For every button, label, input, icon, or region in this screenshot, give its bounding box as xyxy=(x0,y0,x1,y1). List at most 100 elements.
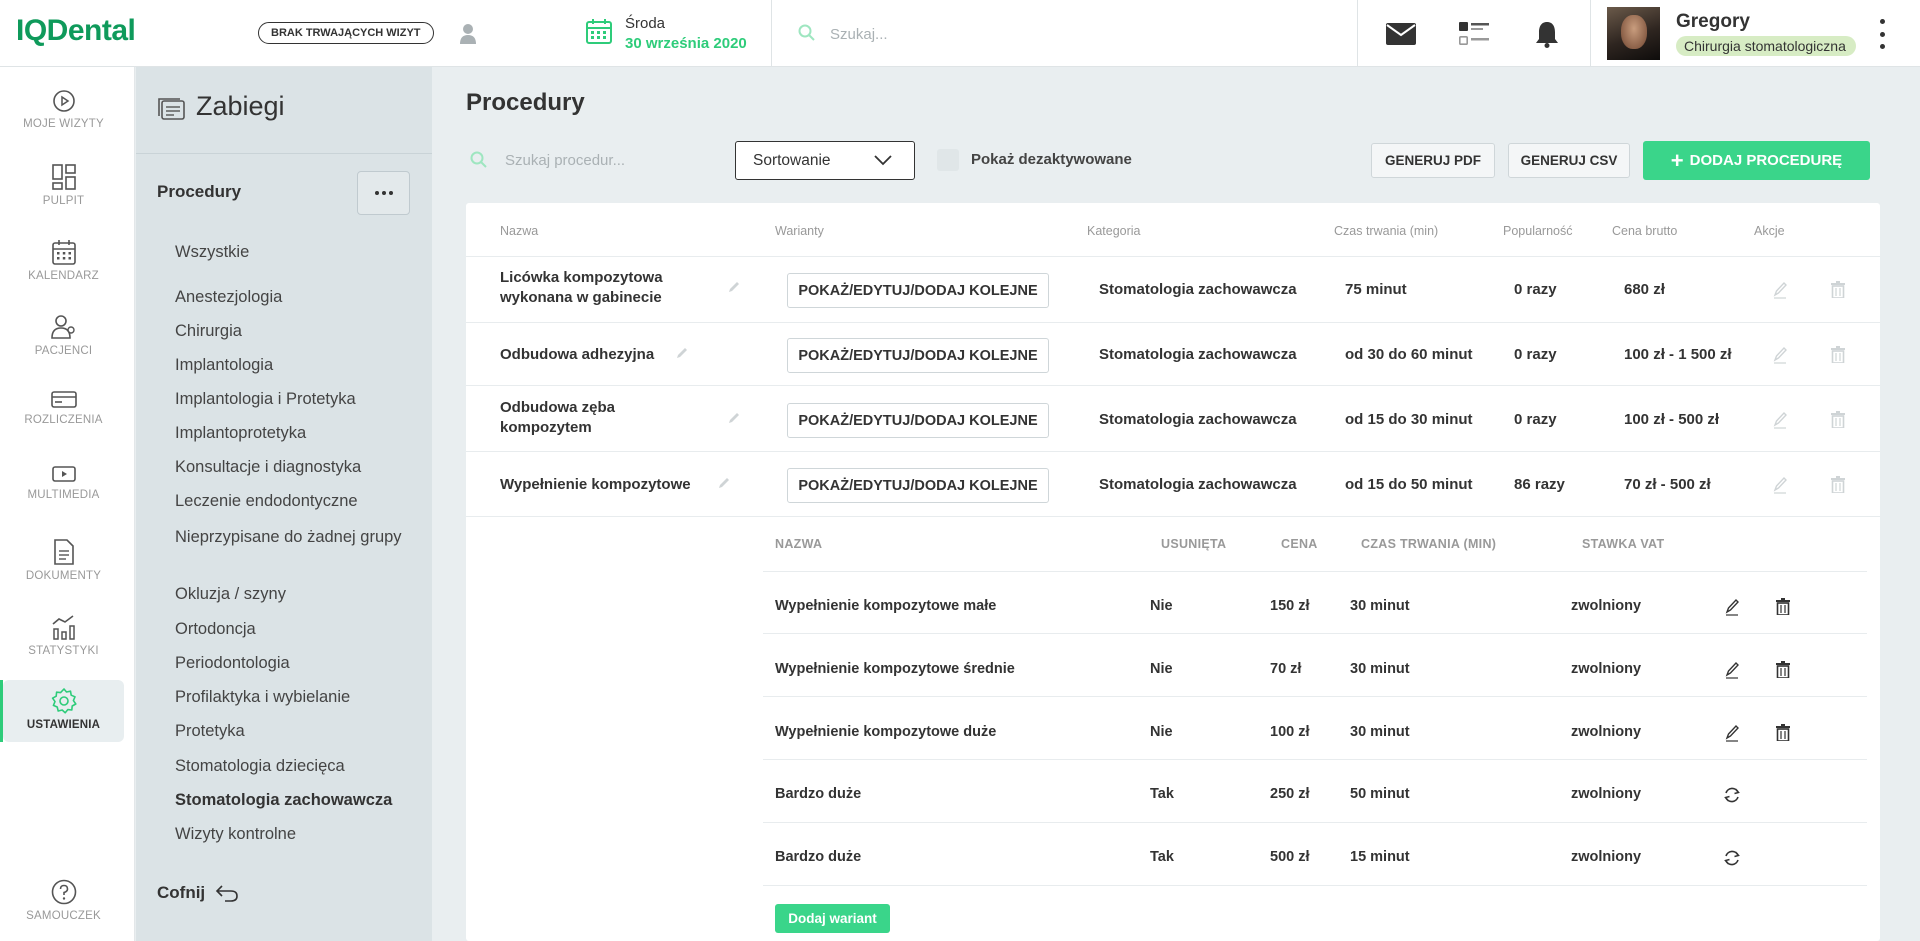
column-header[interactable]: Kategoria xyxy=(1087,224,1141,238)
category-item[interactable]: Implantologia i Protetyka xyxy=(175,388,405,411)
variants-button[interactable]: POKAŻ/EDYTUJ/DODAJ KOLEJNE xyxy=(787,273,1049,308)
procedure-popularity: 86 razy xyxy=(1514,476,1565,493)
column-header[interactable]: Nazwa xyxy=(500,224,538,238)
variant-vat: zwolniony xyxy=(1571,849,1642,865)
section-title: Procedury xyxy=(157,182,242,201)
category-item[interactable]: Profilaktyka i wybielanie xyxy=(175,686,405,709)
delete-icon[interactable] xyxy=(1776,724,1790,741)
nav-tutorial[interactable]: SAMOUCZEK xyxy=(3,871,124,933)
variants-button[interactable]: POKAŻ/EDYTUJ/DODAJ KOLEJNE xyxy=(787,468,1049,503)
procedures-sidebar: Zabiegi Procedury Wszystkie Anestezjolog… xyxy=(136,67,432,941)
variant-column-header: USUNIĘTA xyxy=(1161,537,1227,551)
column-header[interactable]: Popularność xyxy=(1503,224,1573,238)
edit-name-icon[interactable] xyxy=(727,280,741,294)
edit-name-icon[interactable] xyxy=(675,346,689,360)
category-item[interactable]: Wizyty kontrolne xyxy=(175,823,405,846)
category-item[interactable]: Implantoprotetyka xyxy=(175,422,405,445)
category-item[interactable]: Chirurgia xyxy=(175,320,405,343)
column-header[interactable]: Cena brutto xyxy=(1612,224,1677,238)
edit-icon[interactable] xyxy=(1773,476,1787,494)
procedure-category: Stomatologia zachowawcza xyxy=(1099,411,1297,428)
more-menu-icon[interactable] xyxy=(1870,16,1894,52)
section-options-button[interactable] xyxy=(357,171,410,215)
variants-button[interactable]: POKAŻ/EDYTUJ/DODAJ KOLEJNE xyxy=(787,403,1049,438)
nav-documents[interactable]: DOKUMENTY xyxy=(3,531,124,593)
active-visits-badge[interactable]: BRAK TRWAJĄCYCH WIZYT xyxy=(258,22,434,44)
nav-billing[interactable]: ROZLICZENIA xyxy=(3,381,124,443)
mail-icon[interactable] xyxy=(1385,18,1417,50)
category-item[interactable]: Stomatologia dziecięca xyxy=(175,755,405,778)
show-deactivated-label[interactable]: Pokaż dezaktywowane xyxy=(971,151,1132,168)
divider xyxy=(763,633,1867,634)
category-item[interactable]: Anestezjologia xyxy=(175,286,405,309)
avatar[interactable] xyxy=(1607,7,1660,60)
category-item[interactable]: Protetyka xyxy=(175,720,405,743)
edit-icon[interactable] xyxy=(1773,411,1787,429)
category-item[interactable]: Periodontologia xyxy=(175,652,405,675)
divider xyxy=(466,516,1880,517)
procedures-table: Nazwa Warianty Kategoria Czas trwania (m… xyxy=(466,203,1880,941)
delete-icon[interactable] xyxy=(1831,476,1845,493)
nav-label: MOJE WIZYTY xyxy=(23,118,104,130)
variant-deleted: Nie xyxy=(1150,598,1173,614)
nav-calendar[interactable]: KALENDARZ xyxy=(3,231,124,293)
category-item-selected[interactable]: Stomatologia zachowawcza xyxy=(175,789,405,812)
edit-icon[interactable] xyxy=(1773,281,1787,299)
nav-label: KALENDARZ xyxy=(28,270,99,282)
show-deactivated-checkbox[interactable] xyxy=(937,149,959,171)
edit-icon[interactable] xyxy=(1725,724,1739,742)
nav-patients[interactable]: PACJENCI xyxy=(3,306,124,368)
nav-my-visits[interactable]: MOJE WIZYTY xyxy=(3,81,124,143)
category-item[interactable]: Implantologia xyxy=(175,354,405,377)
generate-csv-button[interactable]: GENERUJ CSV xyxy=(1508,143,1630,178)
edit-icon[interactable] xyxy=(1773,346,1787,364)
procedure-name: Wypełnienie kompozytowe xyxy=(500,476,691,493)
delete-icon[interactable] xyxy=(1776,661,1790,678)
sort-dropdown[interactable]: Sortowanie xyxy=(735,141,915,180)
column-header[interactable]: Czas trwania (min) xyxy=(1334,224,1438,238)
category-item[interactable]: Wszystkie xyxy=(175,241,405,264)
delete-icon[interactable] xyxy=(1831,346,1845,363)
procedure-price: 100 zł - 500 zł xyxy=(1624,411,1720,428)
nav-settings[interactable]: USTAWIENIA xyxy=(3,680,124,742)
app-logo[interactable]: IQDental xyxy=(16,14,136,48)
scrollbar[interactable] xyxy=(1908,67,1920,941)
add-procedure-button[interactable]: + DODAJ PROCEDURĘ xyxy=(1643,141,1870,180)
category-item[interactable]: Ortodoncja xyxy=(175,618,405,641)
delete-icon[interactable] xyxy=(1831,281,1845,298)
category-item[interactable]: Konsultacje i diagnostyka xyxy=(175,456,405,479)
procedure-price: 70 zł - 500 zł xyxy=(1624,476,1711,493)
add-variant-button[interactable]: Dodaj wariant xyxy=(775,904,890,933)
user-role-badge[interactable]: Chirurgia stomatologiczna xyxy=(1676,36,1856,56)
delete-icon[interactable] xyxy=(1776,598,1790,615)
divider xyxy=(763,759,1867,760)
edit-icon[interactable] xyxy=(1725,661,1739,679)
procedure-search-input[interactable] xyxy=(505,148,705,172)
column-header[interactable]: Warianty xyxy=(775,224,824,238)
restore-icon[interactable] xyxy=(1723,786,1741,804)
global-search-input[interactable] xyxy=(830,20,1330,48)
column-header: Akcje xyxy=(1754,224,1785,238)
nav-label: USTAWIENIA xyxy=(26,719,101,731)
generate-pdf-button[interactable]: GENERUJ PDF xyxy=(1371,143,1495,178)
nav-dashboard[interactable]: PULPIT xyxy=(3,156,124,218)
back-button[interactable]: Cofnij xyxy=(157,883,239,903)
edit-name-icon[interactable] xyxy=(727,411,741,425)
restore-icon[interactable] xyxy=(1723,849,1741,867)
category-item[interactable]: Leczenie endodontyczne xyxy=(175,490,405,513)
category-item[interactable]: Nieprzypisane do żadnej grupy xyxy=(175,526,405,549)
list-view-icon[interactable] xyxy=(1458,18,1490,50)
variants-button[interactable]: POKAŻ/EDYTUJ/DODAJ KOLEJNE xyxy=(787,338,1049,373)
nav-multimedia[interactable]: MULTIMEDIA xyxy=(3,456,124,518)
nav-statistics[interactable]: STATYSTYKI xyxy=(3,606,124,668)
delete-icon[interactable] xyxy=(1831,411,1845,428)
category-item[interactable]: Okluzja / szyny xyxy=(175,583,405,606)
current-date[interactable]: Środa 30 września 2020 xyxy=(585,15,775,52)
edit-icon[interactable] xyxy=(1725,598,1739,616)
user-name[interactable]: Gregory xyxy=(1676,11,1750,33)
divider xyxy=(466,451,1880,452)
edit-name-icon[interactable] xyxy=(717,476,731,490)
variant-vat: zwolniony xyxy=(1571,598,1642,614)
sidebar-header: Zabiegi xyxy=(136,67,432,154)
bell-icon[interactable] xyxy=(1531,18,1563,50)
